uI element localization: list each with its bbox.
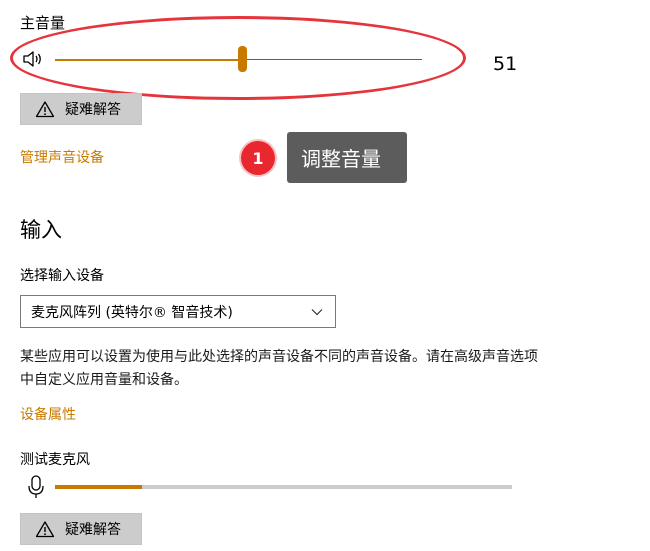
chevron-down-icon	[311, 309, 323, 316]
input-section-title: 输入	[20, 218, 62, 242]
volume-slider-fill	[55, 59, 243, 61]
input-troubleshoot-button-label: 疑难解答	[65, 522, 121, 538]
warning-icon	[35, 521, 55, 538]
input-troubleshoot-button[interactable]: 疑难解答	[20, 513, 142, 545]
microphone-icon	[28, 475, 44, 498]
manage-sound-devices-link[interactable]: 管理声音设备	[20, 147, 104, 167]
master-volume-label: 主音量	[20, 14, 66, 32]
test-microphone-label: 测试麦克风	[20, 452, 90, 468]
troubleshoot-button[interactable]: 疑难解答	[20, 93, 142, 125]
select-input-device-label: 选择输入设备	[20, 268, 104, 284]
annotation-tooltip: 调整音量	[287, 132, 407, 183]
volume-slider-thumb[interactable]	[238, 46, 248, 72]
step-badge: 1	[241, 141, 275, 175]
speaker-icon[interactable]	[22, 49, 46, 69]
mic-level-fill	[55, 485, 142, 489]
troubleshoot-button-label: 疑难解答	[65, 102, 121, 118]
input-description: 某些应用可以设置为使用与此处选择的声音设备不同的声音设备。请在高级声音选项中自定…	[20, 349, 538, 388]
volume-slider-track[interactable]	[242, 59, 422, 60]
device-properties-link[interactable]: 设备属性	[20, 404, 76, 424]
volume-value: 51	[493, 53, 518, 75]
input-device-select-value: 麦克风阵列 (英特尔® 智音技术)	[31, 304, 233, 321]
warning-icon	[35, 101, 55, 118]
mic-level-track	[141, 485, 512, 489]
input-device-select[interactable]: 麦克风阵列 (英特尔® 智音技术)	[20, 295, 336, 328]
